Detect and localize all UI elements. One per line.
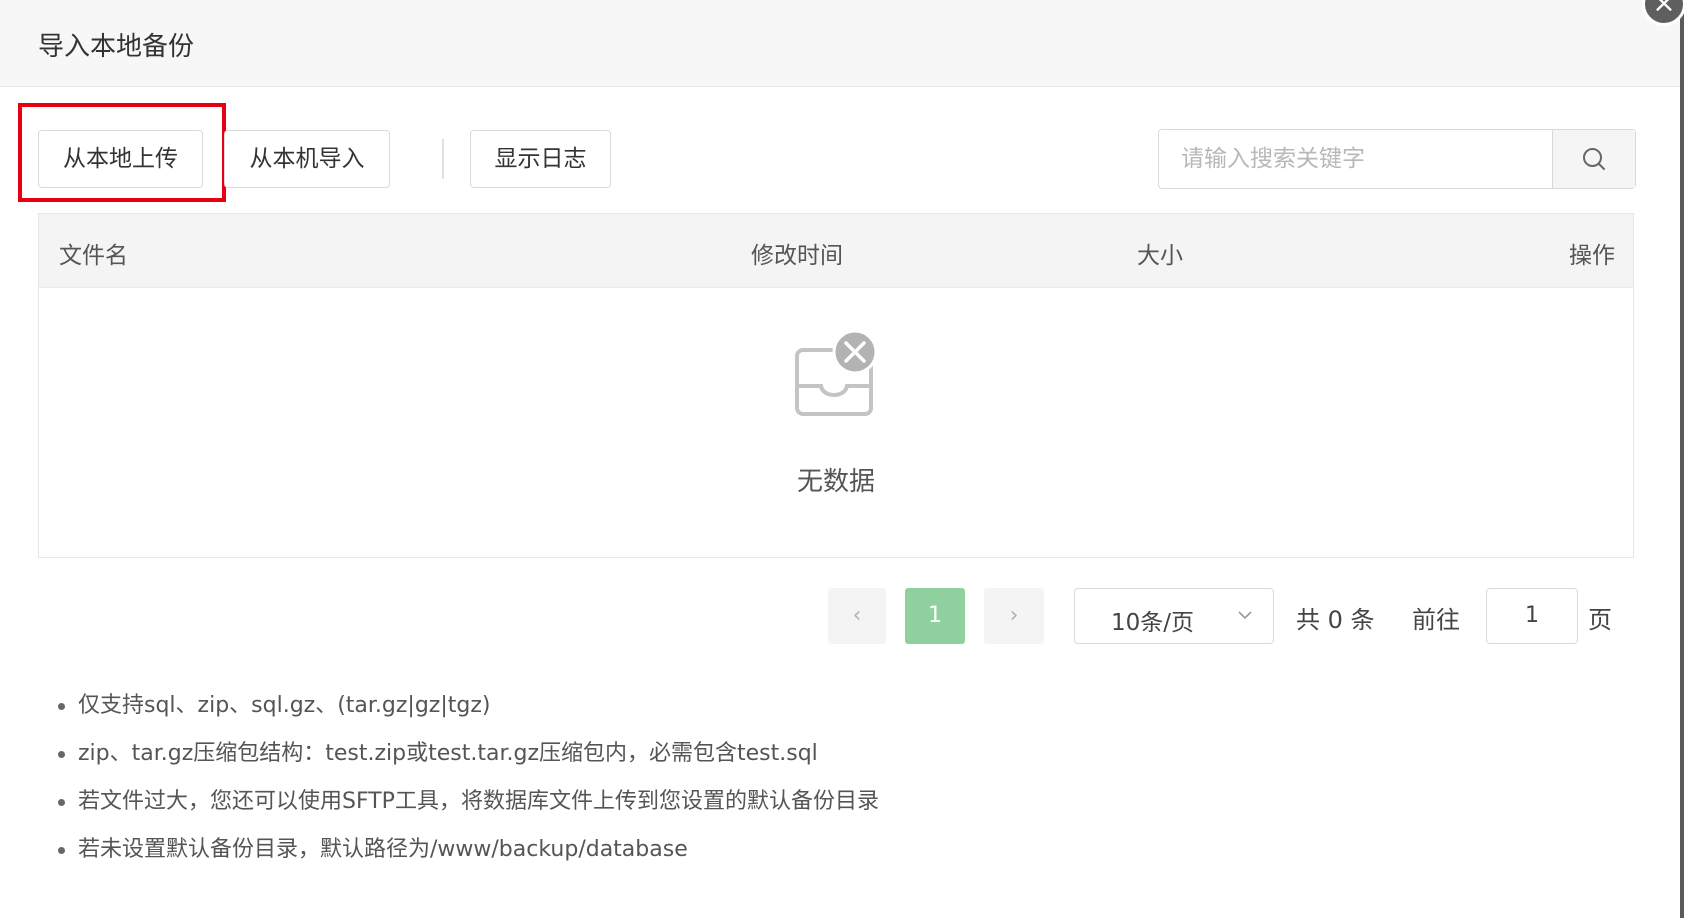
- dialog-title: 导入本地备份: [38, 32, 195, 62]
- import-from-machine-button[interactable]: 从本机导入: [224, 130, 390, 188]
- search-button[interactable]: [1552, 130, 1635, 188]
- list-item: 若未设置默认备份目录，默认路径为/www/backup/database: [58, 834, 879, 882]
- search-input[interactable]: [1159, 130, 1555, 188]
- page-size-select[interactable]: 10条/页: [1074, 588, 1274, 644]
- chevron-down-icon: [1238, 611, 1252, 620]
- highlight-annotation: [18, 103, 226, 202]
- list-item: 若文件过大，您还可以使用SFTP工具，将数据库文件上传到您设置的默认备份目录: [58, 786, 879, 834]
- column-header-filename[interactable]: 文件名: [59, 236, 128, 270]
- table-header: 文件名 修改时间 大小 操作: [39, 214, 1633, 288]
- next-page-button[interactable]: ›: [984, 588, 1044, 644]
- page-1-button[interactable]: 1: [905, 588, 965, 644]
- page-size-value: 10条/页: [1111, 610, 1195, 636]
- search-box: [1158, 129, 1636, 189]
- empty-state-text: 无数据: [796, 467, 875, 497]
- background-strip: [1680, 0, 1684, 918]
- total-count: 共 0 条: [1296, 606, 1375, 634]
- column-header-actions: 操作: [1569, 243, 1615, 269]
- import-tips-list: 仅支持sql、zip、sql.gz、(tar.gz|gz|tgz) zip、ta…: [58, 690, 879, 882]
- column-header-modified-time[interactable]: 修改时间: [751, 236, 843, 270]
- dialog-header: 导入本地备份: [0, 0, 1680, 87]
- goto-label: 前往: [1412, 606, 1460, 634]
- import-backup-dialog: 导入本地备份 从本地上传 从本机导入 显示日志 文件名 修改时间 大小 操作 无…: [0, 0, 1680, 918]
- search-icon: [1583, 148, 1605, 170]
- empty-inbox-icon: [795, 330, 878, 416]
- prev-page-button[interactable]: ‹: [828, 588, 886, 644]
- list-item: zip、tar.gz压缩包结构：test.zip或test.tar.gz压缩包内…: [58, 738, 879, 786]
- backup-file-table: 文件名 修改时间 大小 操作 无数据: [38, 213, 1634, 558]
- goto-page-input[interactable]: 1: [1486, 588, 1578, 644]
- toolbar-divider: [442, 139, 444, 179]
- list-item: 仅支持sql、zip、sql.gz、(tar.gz|gz|tgz): [58, 690, 879, 738]
- column-header-size[interactable]: 大小: [1137, 236, 1183, 270]
- show-log-button[interactable]: 显示日志: [470, 130, 611, 188]
- page-suffix: 页: [1588, 606, 1612, 634]
